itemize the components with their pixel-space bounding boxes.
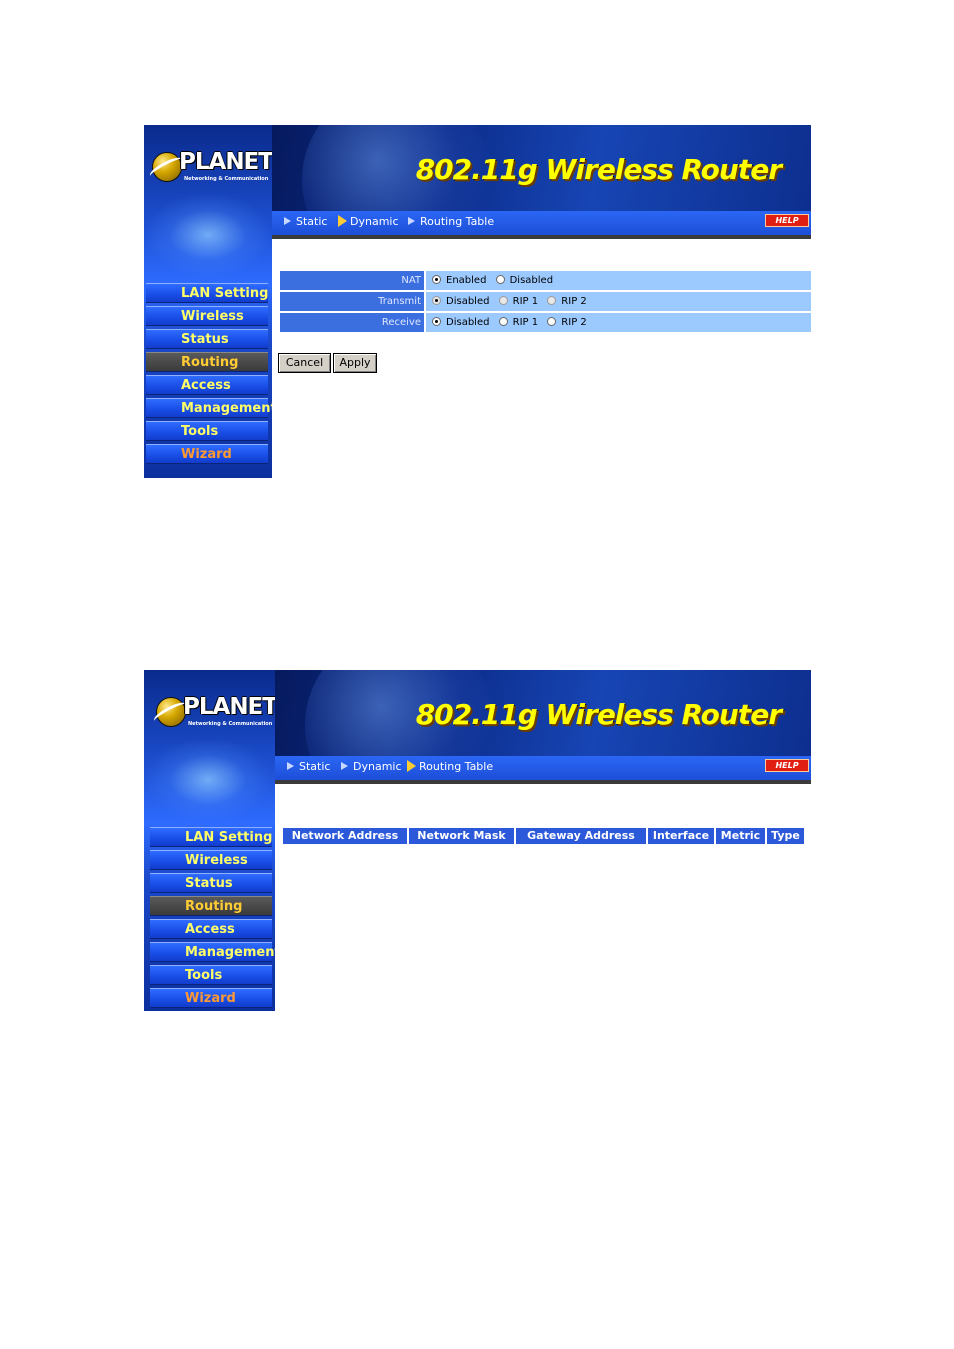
product-title: 802.11g Wireless Router	[415, 698, 782, 731]
tab-routing-table-label: Routing Table	[419, 760, 494, 773]
nat-enabled-radio[interactable]	[432, 275, 441, 284]
planet-logo: PLANET Networking & Communication	[151, 694, 278, 731]
tab-routing-table[interactable]: Routing Table	[408, 215, 494, 228]
header-banner: 802.11g Wireless Router	[272, 125, 811, 211]
transmit-rip2-label: RIP 2	[561, 296, 587, 307]
tab-dynamic-label: Dynamic	[353, 760, 402, 773]
sidebar-item-wizard[interactable]: Wizard	[150, 988, 272, 1008]
receive-rip1-radio[interactable]	[498, 317, 508, 326]
sidebar-item-access[interactable]: Access	[150, 919, 272, 939]
sidebar-item-lan-setting[interactable]: LAN Setting	[150, 827, 272, 847]
sidebar-item-access[interactable]: Access	[146, 375, 268, 395]
planet-logo: PLANET Networking & Communication	[147, 149, 274, 186]
header-banner: 802.11g Wireless Router	[275, 670, 811, 756]
nat-enabled-label: Enabled	[446, 275, 487, 286]
arrow-right-icon	[341, 762, 348, 770]
nat-row: NAT Enabled Disabled	[280, 271, 811, 290]
receive-label: Receive	[280, 313, 424, 332]
arrow-right-icon	[287, 762, 294, 770]
apply-button[interactable]: Apply	[333, 353, 377, 373]
sidebar-item-tools[interactable]: Tools	[146, 421, 268, 441]
tab-static[interactable]: Static	[284, 215, 327, 228]
transmit-rip1-radio[interactable]	[498, 296, 508, 305]
tab-routing-table-label: Routing Table	[420, 215, 495, 228]
routing-table-header: Network Address Network Mask Gateway Add…	[283, 828, 806, 844]
brand-name: PLANET	[179, 149, 274, 175]
arrow-right-icon	[338, 215, 347, 227]
receive-disabled-radio[interactable]	[432, 317, 441, 326]
help-button[interactable]: HELP	[765, 759, 809, 772]
transmit-row: Transmit Disabled RIP 1 RIP 2	[280, 292, 811, 311]
brand-tagline: Networking & Communication	[188, 721, 273, 727]
transmit-options: Disabled RIP 1 RIP 2	[426, 292, 811, 311]
sidebar-item-wireless[interactable]: Wireless	[150, 850, 272, 870]
transmit-label: Transmit	[280, 292, 424, 311]
tab-static-label: Static	[296, 215, 328, 228]
receive-rip1-label: RIP 1	[512, 317, 539, 328]
transmit-rip2-radio[interactable]	[547, 296, 557, 305]
transmit-rip1-label: RIP 1	[512, 296, 539, 307]
sidebar-item-wizard[interactable]: Wizard	[146, 444, 268, 464]
arrow-right-icon	[284, 217, 291, 225]
column-network-address: Network Address	[283, 828, 407, 844]
tab-dynamic-label: Dynamic	[350, 215, 399, 228]
sidebar-nav: LAN Setting Wireless Status Routing Acce…	[150, 827, 281, 1011]
sidebar-glow	[148, 195, 268, 275]
tab-dynamic[interactable]: Dynamic	[341, 760, 402, 773]
receive-rip2-label: RIP 2	[561, 317, 587, 328]
column-interface: Interface	[648, 828, 714, 844]
nat-disabled-label: Disabled	[509, 275, 554, 286]
sidebar-item-routing[interactable]: Routing	[150, 896, 272, 916]
receive-row: Receive Disabled RIP 1 RIP 2	[280, 313, 811, 332]
cancel-button[interactable]: Cancel	[278, 353, 331, 373]
transmit-disabled-radio[interactable]	[432, 296, 441, 305]
transmit-disabled-label: Disabled	[446, 296, 490, 307]
nat-disabled-radio[interactable]	[495, 275, 505, 284]
arrow-right-icon	[407, 760, 416, 772]
column-metric: Metric	[716, 828, 765, 844]
column-gateway-address: Gateway Address	[516, 828, 646, 844]
tab-static-label: Static	[299, 760, 331, 773]
receive-options: Disabled RIP 1 RIP 2	[426, 313, 811, 332]
sidebar-item-tools[interactable]: Tools	[150, 965, 272, 985]
routing-table-panel: Network Address Network Mask Gateway Add…	[275, 784, 811, 1011]
nat-label: NAT	[280, 271, 424, 290]
column-type: Type	[767, 828, 804, 844]
sidebar-item-routing[interactable]: Routing	[146, 352, 268, 372]
sidebar-item-management[interactable]: Management	[146, 398, 277, 418]
router-window-routing-table: PLANET Networking & Communication LAN Se…	[144, 670, 811, 1011]
arrow-right-icon	[408, 217, 415, 225]
help-button[interactable]: HELP	[765, 214, 809, 227]
sidebar: PLANET Networking & Communication LAN Se…	[144, 670, 281, 1011]
router-window-dynamic: PLANET Networking & Communication LAN Se…	[144, 125, 811, 478]
nat-options: Enabled Disabled	[426, 271, 811, 290]
tab-static[interactable]: Static	[287, 760, 330, 773]
column-network-mask: Network Mask	[409, 828, 514, 844]
receive-rip2-radio[interactable]	[547, 317, 557, 326]
sidebar-item-status[interactable]: Status	[146, 329, 268, 349]
sidebar-item-status[interactable]: Status	[150, 873, 272, 893]
tab-routing-table[interactable]: Routing Table	[407, 760, 493, 773]
tab-bar: Static Dynamic Routing Table HELP	[272, 211, 811, 239]
sidebar-nav: LAN Setting Wireless Status Routing Acce…	[146, 283, 277, 467]
brand-tagline: Networking & Communication	[184, 176, 269, 182]
receive-disabled-label: Disabled	[446, 317, 490, 328]
sidebar-glow	[148, 740, 268, 820]
sidebar-item-management[interactable]: Management	[150, 942, 281, 962]
sidebar-item-wireless[interactable]: Wireless	[146, 306, 268, 326]
sidebar: PLANET Networking & Communication LAN Se…	[144, 125, 277, 478]
product-title: 802.11g Wireless Router	[415, 153, 782, 186]
tab-dynamic[interactable]: Dynamic	[338, 215, 399, 228]
sidebar-item-lan-setting[interactable]: LAN Setting	[146, 283, 268, 303]
brand-name: PLANET	[183, 694, 278, 720]
tab-bar: Static Dynamic Routing Table HELP	[275, 756, 811, 784]
dynamic-routing-panel: NAT Enabled Disabled Transmit Disabled R…	[272, 239, 811, 478]
